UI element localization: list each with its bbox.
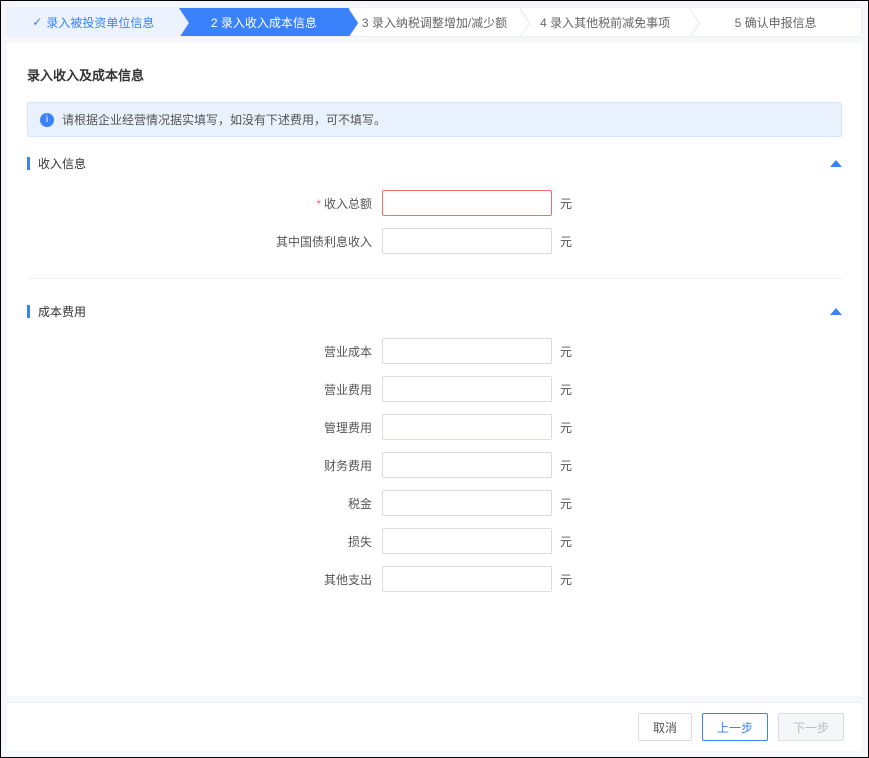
section-title: 成本费用 — [38, 303, 86, 320]
unit-label: 元 — [560, 195, 572, 212]
input-other-expense[interactable] — [382, 566, 552, 592]
label-operating-cost: 营业成本 — [27, 343, 382, 360]
row-other-expense: 其他支出 元 — [27, 566, 842, 592]
unit-label: 元 — [560, 457, 572, 474]
step-label: 2 录入收入成本信息 — [211, 14, 317, 31]
form-card: 录入收入及成本信息 i 请根据企业经营情况据实填写，如没有下述费用，可不填写。 … — [7, 43, 862, 696]
row-finance-expense: 财务费用 元 — [27, 452, 842, 478]
info-alert: i 请根据企业经营情况据实填写，如没有下述费用，可不填写。 — [27, 102, 842, 137]
step-label: 4 录入其他税前减免事项 — [540, 14, 670, 31]
input-operating-cost[interactable] — [382, 338, 552, 364]
unit-label: 元 — [560, 419, 572, 436]
step-label: 录入被投资单位信息 — [46, 14, 154, 31]
section-header-cost[interactable]: 成本费用 — [27, 303, 842, 320]
step-1[interactable]: ✓ 录入被投资单位信息 — [8, 8, 179, 36]
row-operating-expense: 营业费用 元 — [27, 376, 842, 402]
input-total-income[interactable] — [382, 190, 552, 216]
section-title: 收入信息 — [38, 155, 86, 172]
unit-label: 元 — [560, 495, 572, 512]
label-management-expense: 管理费用 — [27, 419, 382, 436]
required-mark: * — [316, 197, 321, 211]
unit-label: 元 — [560, 233, 572, 250]
section-divider — [27, 278, 842, 279]
step-label: 3 录入纳税调整增加/减少额 — [362, 14, 507, 31]
unit-label: 元 — [560, 571, 572, 588]
check-icon: ✓ — [32, 15, 42, 29]
page-title: 录入收入及成本信息 — [27, 65, 842, 84]
input-china-bond-interest[interactable] — [382, 228, 552, 254]
prev-button[interactable]: 上一步 — [702, 713, 768, 741]
input-management-expense[interactable] — [382, 414, 552, 440]
step-indicator: ✓ 录入被投资单位信息 2 录入收入成本信息 3 录入纳税调整增加/减少额 4 … — [7, 7, 862, 37]
row-operating-cost: 营业成本 元 — [27, 338, 842, 364]
label-loss: 损失 — [27, 533, 382, 550]
label-china-bond-interest: 其中国债利息收入 — [27, 233, 382, 250]
row-loss: 损失 元 — [27, 528, 842, 554]
unit-label: 元 — [560, 381, 572, 398]
info-icon: i — [40, 113, 54, 127]
step-label: 5 确认申报信息 — [735, 14, 817, 31]
section-bar-icon — [27, 305, 30, 318]
next-button[interactable]: 下一步 — [778, 713, 844, 741]
section-bar-icon — [27, 157, 30, 170]
alert-text: 请根据企业经营情况据实填写，如没有下述费用，可不填写。 — [62, 111, 386, 128]
chevron-up-icon[interactable] — [830, 308, 842, 315]
label-total-income: *收入总额 — [27, 195, 382, 212]
cancel-button[interactable]: 取消 — [638, 713, 692, 741]
label-operating-expense: 营业费用 — [27, 381, 382, 398]
step-4[interactable]: 4 录入其他税前减免事项 — [520, 8, 691, 36]
unit-label: 元 — [560, 533, 572, 550]
input-finance-expense[interactable] — [382, 452, 552, 478]
step-3[interactable]: 3 录入纳税调整增加/减少额 — [349, 8, 520, 36]
section-header-income[interactable]: 收入信息 — [27, 155, 842, 172]
chevron-up-icon[interactable] — [830, 160, 842, 167]
row-china-bond-interest: 其中国债利息收入 元 — [27, 228, 842, 254]
step-2[interactable]: 2 录入收入成本信息 — [179, 8, 350, 36]
step-5[interactable]: 5 确认申报信息 — [690, 8, 861, 36]
input-loss[interactable] — [382, 528, 552, 554]
label-tax: 税金 — [27, 495, 382, 512]
row-tax: 税金 元 — [27, 490, 842, 516]
input-tax[interactable] — [382, 490, 552, 516]
input-operating-expense[interactable] — [382, 376, 552, 402]
footer-actions: 取消 上一步 下一步 — [7, 702, 862, 751]
label-finance-expense: 财务费用 — [27, 457, 382, 474]
row-management-expense: 管理费用 元 — [27, 414, 842, 440]
label-other-expense: 其他支出 — [27, 571, 382, 588]
unit-label: 元 — [560, 343, 572, 360]
row-total-income: *收入总额 元 — [27, 190, 842, 216]
